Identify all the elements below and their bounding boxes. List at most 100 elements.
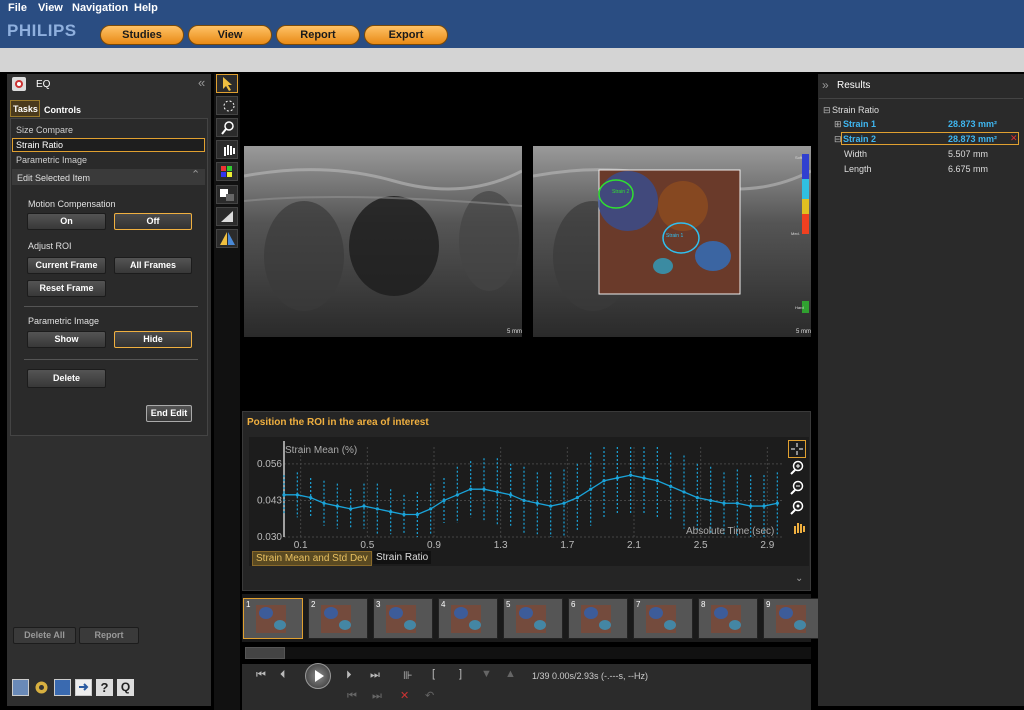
- frame-thumbnail[interactable]: 3: [373, 598, 433, 639]
- ultrasound-image-right[interactable]: [533, 146, 811, 337]
- roi-label-strain1: Strain 1: [666, 233, 684, 239]
- help-question-icon[interactable]: ?: [96, 679, 113, 696]
- expand-chevron-icon[interactable]: ⌄: [795, 573, 803, 584]
- data-point: [709, 498, 713, 503]
- frame-status: 1/39 0.00s/2.93s (-.---s, --Hz): [532, 671, 649, 681]
- chevron-up-icon[interactable]: ⌃: [191, 168, 200, 181]
- data-point: [655, 479, 659, 483]
- loop-end-icon[interactable]: ]: [459, 668, 462, 680]
- chart-pan-hand-icon[interactable]: [790, 520, 806, 536]
- menu-navigation[interactable]: Navigation: [72, 2, 128, 14]
- expand-right-icon[interactable]: »: [822, 78, 829, 92]
- detail-width-value: 5.507 mm: [948, 149, 989, 159]
- data-point: [775, 501, 779, 505]
- scrollbar-track[interactable]: [245, 647, 811, 659]
- delete-result-icon[interactable]: ✕: [1010, 133, 1018, 144]
- task-size-compare[interactable]: Size Compare: [16, 125, 73, 135]
- scale-label-left: 5 mm: [507, 329, 522, 335]
- export-button[interactable]: Export: [364, 25, 448, 45]
- current-frame-button[interactable]: Current Frame: [27, 257, 106, 274]
- last-frame-icon[interactable]: ⏭: [370, 669, 380, 682]
- first-frame-icon[interactable]: ⏮: [256, 669, 266, 682]
- report-panel-button[interactable]: Report: [79, 627, 139, 644]
- arrow-down-icon[interactable]: ▼: [481, 668, 492, 680]
- delete-button[interactable]: Delete: [27, 369, 106, 388]
- show-button[interactable]: Show: [27, 331, 106, 348]
- expand-strain1-icon[interactable]: ⊞: [834, 119, 842, 130]
- undo-icon[interactable]: ↶: [425, 689, 434, 702]
- image-list-icon[interactable]: [12, 679, 29, 696]
- x-tick-label: 0.1: [294, 540, 308, 549]
- frame-thumbnail[interactable]: 2: [308, 598, 368, 639]
- frame-thumbnail[interactable]: 6: [568, 598, 628, 639]
- frame-thumbnail[interactable]: 8: [698, 598, 758, 639]
- collapse-group-icon[interactable]: ⊟: [823, 105, 831, 116]
- menu-file[interactable]: File: [8, 2, 27, 14]
- mark-start-icon[interactable]: ⏮: [347, 690, 357, 703]
- tab-strain-ratio-chart[interactable]: Strain Ratio: [373, 551, 432, 564]
- clear-marks-icon[interactable]: ✕: [400, 689, 409, 702]
- roi-label-strain2: Strain 2: [612, 189, 630, 195]
- zoom-out-icon[interactable]: [789, 480, 805, 496]
- ultrasound-image-left[interactable]: [244, 146, 522, 337]
- view-button[interactable]: View: [188, 25, 272, 45]
- split-marker-icon[interactable]: ⊪: [403, 669, 413, 682]
- motion-off-button[interactable]: Off: [114, 213, 192, 230]
- delete-all-button[interactable]: Delete All: [13, 627, 76, 644]
- all-frames-button[interactable]: All Frames: [114, 257, 192, 274]
- pan-hand-icon[interactable]: [216, 140, 238, 159]
- layout-icon[interactable]: [216, 185, 238, 204]
- data-point: [362, 504, 366, 508]
- divider: [24, 306, 198, 307]
- tab-strain-mean-std[interactable]: Strain Mean and Std Dev: [252, 551, 372, 566]
- divider: [819, 98, 1023, 99]
- frame-thumbnail[interactable]: 9: [763, 598, 823, 639]
- reset-frame-button[interactable]: Reset Frame: [27, 280, 106, 297]
- settings-gear-icon[interactable]: [33, 679, 50, 696]
- x-tick-label: 2.5: [694, 540, 708, 549]
- roi-tool-icon[interactable]: [216, 96, 238, 115]
- result-strain1-name[interactable]: Strain 1: [843, 119, 876, 129]
- data-point: [495, 490, 499, 494]
- frame-thumbnail[interactable]: 1: [243, 598, 303, 639]
- q-logo-icon[interactable]: Q: [117, 679, 134, 696]
- mark-end-icon[interactable]: ⏭: [372, 690, 382, 703]
- report-button[interactable]: Report: [276, 25, 360, 45]
- tasks-frame: [10, 118, 208, 436]
- motion-on-button[interactable]: On: [27, 213, 106, 230]
- export-arrow-icon[interactable]: [75, 679, 92, 696]
- play-button[interactable]: [305, 663, 331, 689]
- tab-controls[interactable]: Controls: [44, 105, 81, 115]
- zoom-fit-icon[interactable]: [789, 500, 805, 516]
- contrast-icon[interactable]: [216, 207, 238, 226]
- frame-thumbnail[interactable]: 5: [503, 598, 563, 639]
- collapse-strain2-icon[interactable]: ⊟: [834, 134, 842, 145]
- crosshair-icon[interactable]: [788, 440, 806, 458]
- result-strain2-value: 28.873 mm²: [948, 134, 998, 144]
- next-frame-icon[interactable]: ⏵: [346, 669, 352, 682]
- data-point: [642, 476, 646, 480]
- pointer-tool-icon[interactable]: [216, 74, 238, 93]
- menu-help[interactable]: Help: [134, 2, 158, 14]
- frame-thumbnail[interactable]: 7: [633, 598, 693, 639]
- hide-button[interactable]: Hide: [114, 331, 192, 348]
- data-point: [615, 476, 619, 480]
- colormap-icon[interactable]: [216, 162, 238, 181]
- loop-start-icon[interactable]: [: [432, 668, 435, 680]
- arrow-up-icon[interactable]: ▲: [505, 668, 516, 680]
- studies-button[interactable]: Studies: [100, 25, 184, 45]
- zoom-tool-icon[interactable]: [216, 118, 238, 137]
- task-parametric-image[interactable]: Parametric Image: [16, 155, 87, 165]
- prev-frame-icon[interactable]: ⏴: [280, 669, 286, 682]
- frame-thumbnail[interactable]: 4: [438, 598, 498, 639]
- collapse-left-icon[interactable]: «: [198, 75, 205, 90]
- end-edit-button[interactable]: End Edit: [146, 405, 192, 422]
- zoom-in-icon[interactable]: [789, 460, 805, 476]
- save-icon[interactable]: [54, 679, 71, 696]
- data-point: [522, 498, 526, 503]
- menu-view[interactable]: View: [38, 2, 63, 14]
- flip-icon[interactable]: [216, 229, 238, 248]
- data-point: [322, 501, 326, 505]
- result-strain2-name: Strain 2: [843, 134, 877, 144]
- scrollbar-thumb[interactable]: [245, 647, 285, 659]
